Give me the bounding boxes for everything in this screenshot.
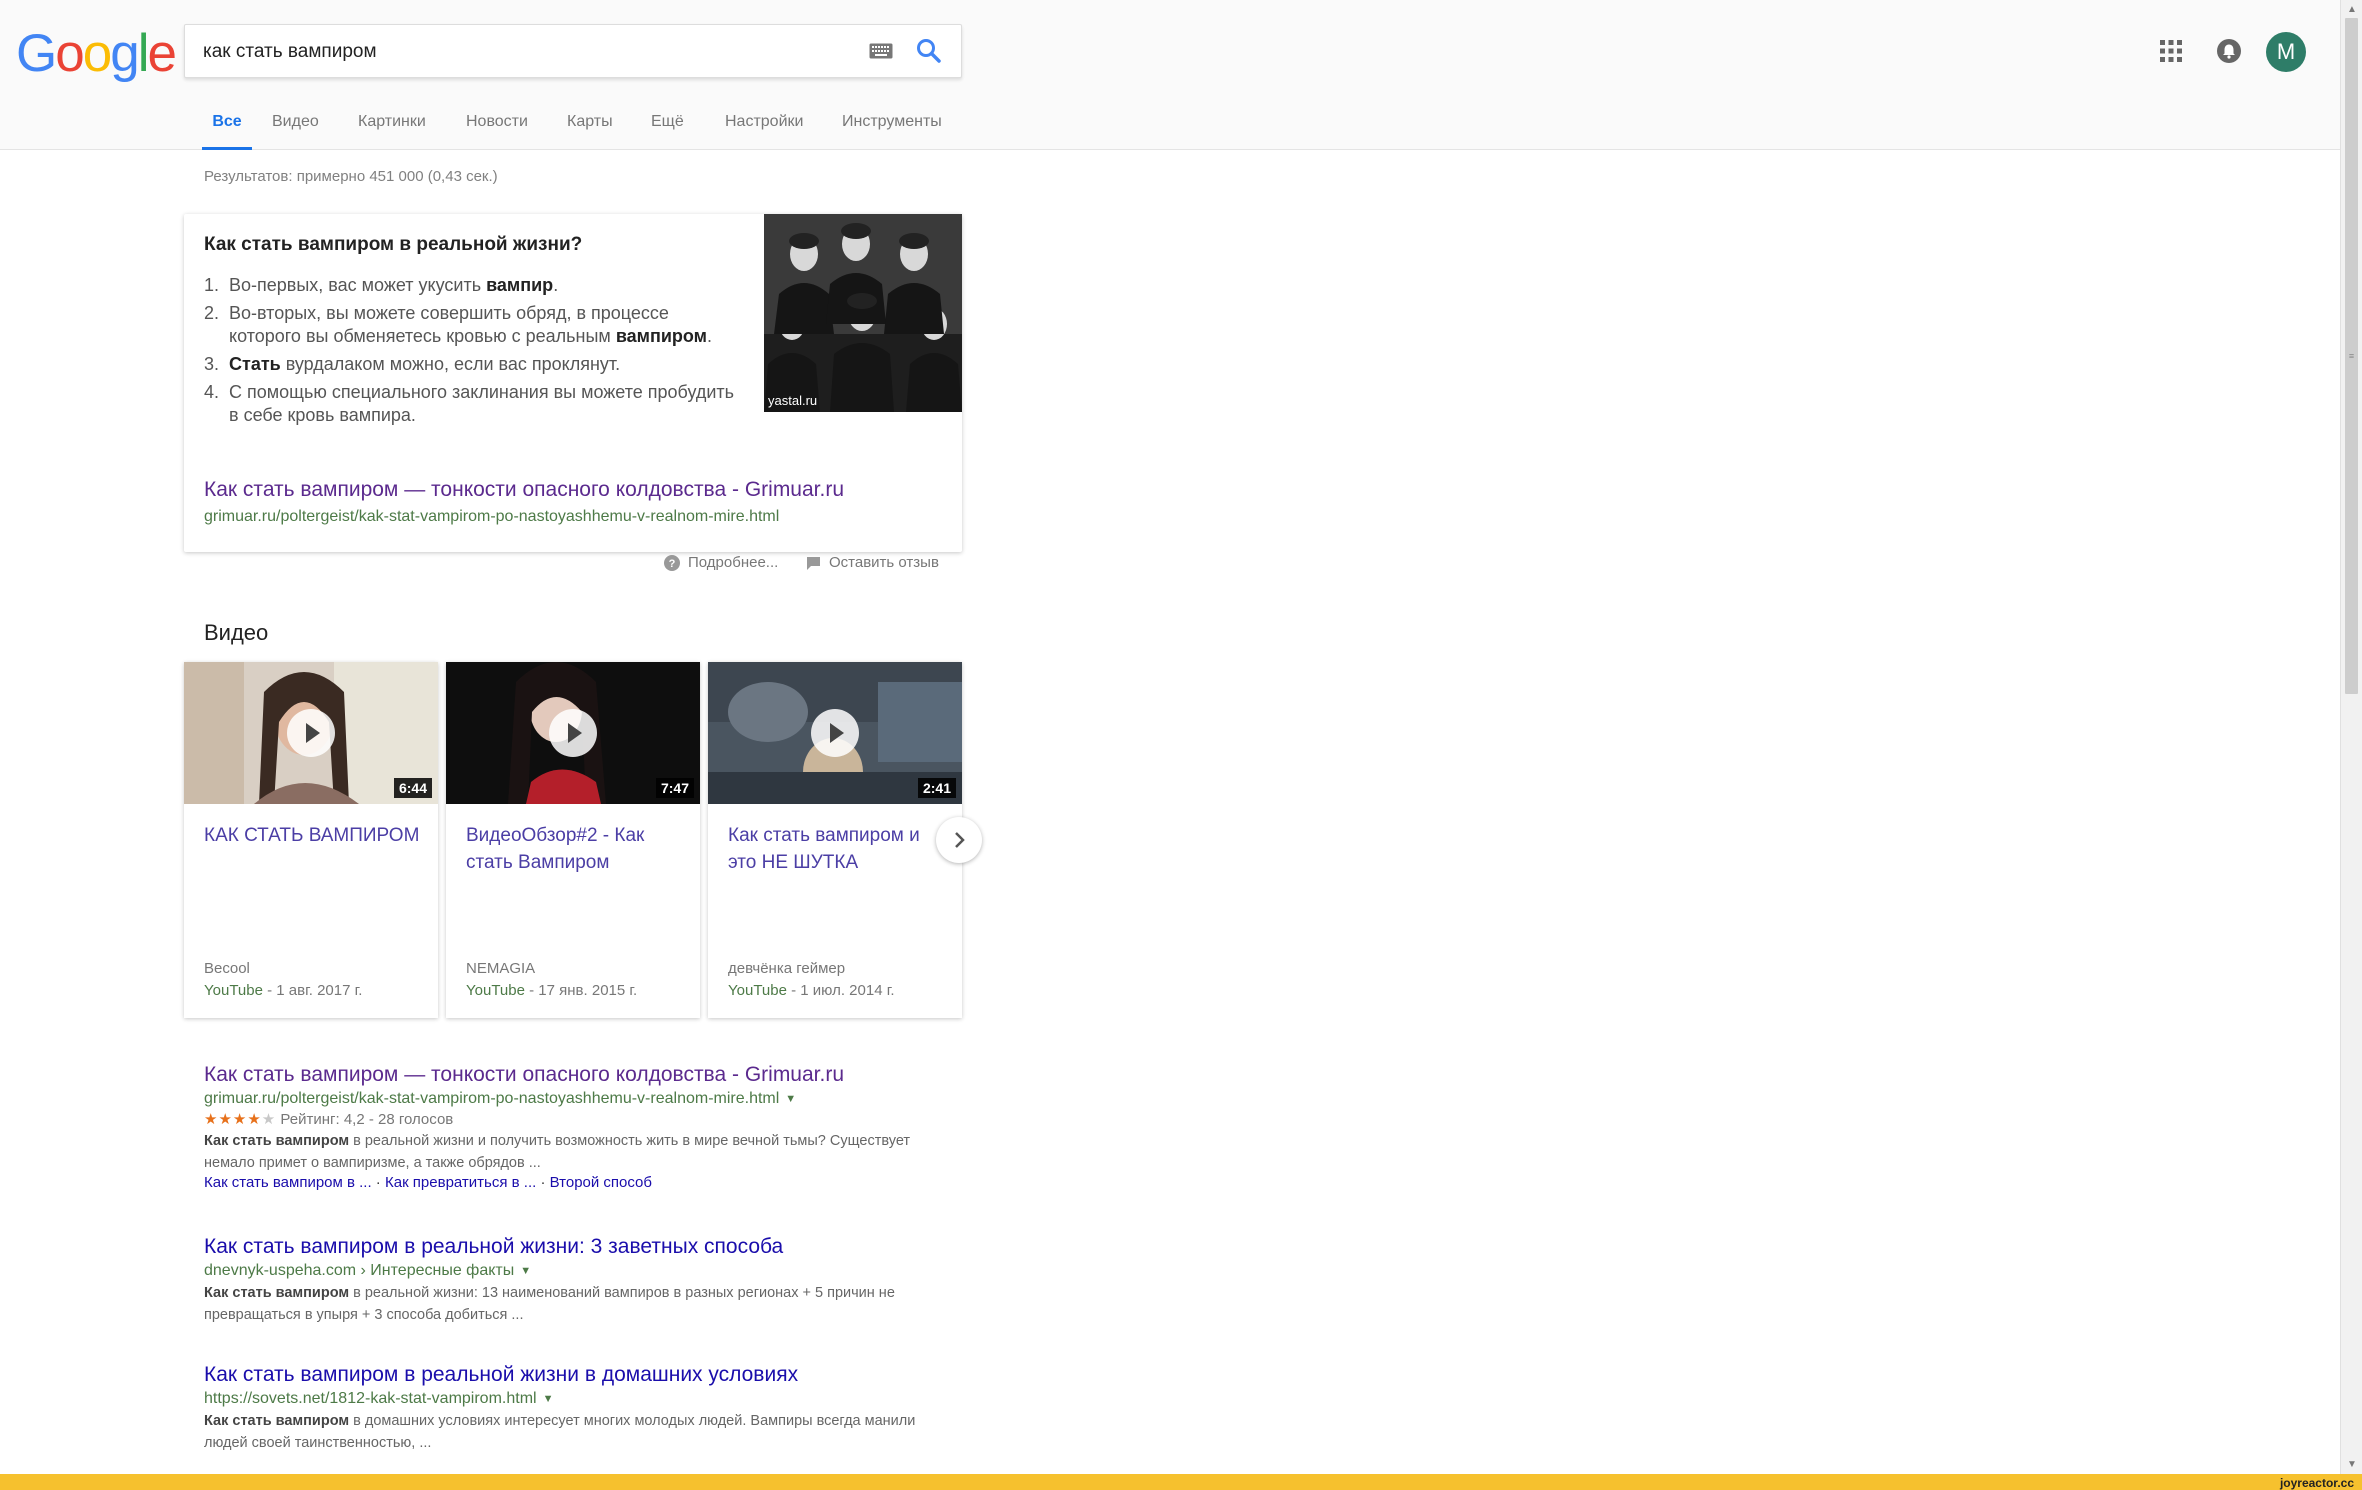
tab-news[interactable]: Новости [466, 108, 528, 150]
keyboard-icon[interactable] [869, 43, 893, 59]
video-author: NEMAGIA [466, 960, 536, 977]
dropdown-arrow-icon[interactable]: ▼ [785, 1093, 796, 1105]
google-logo[interactable]: Google [16, 24, 177, 84]
snippet-item: 1. Во-первых, вас может укусить вампир. [204, 275, 559, 295]
video-section-heading: Видео [204, 620, 269, 645]
scrollbar-thumb[interactable]: ≡ [2345, 18, 2358, 694]
play-icon[interactable] [811, 709, 859, 757]
video-thumbnail[interactable]: 7:47 [446, 662, 700, 804]
tab-settings[interactable]: Настройки [725, 108, 803, 150]
search-icon[interactable] [915, 37, 943, 65]
logo-letter: l [137, 24, 150, 83]
tab-tools[interactable]: Инструменты [842, 108, 942, 150]
dropdown-arrow-icon[interactable]: ▼ [520, 1265, 531, 1277]
sitelink[interactable]: Как превратиться в ... [385, 1174, 536, 1191]
search-result: Как стать вампиром в реальной жизни в до… [204, 1362, 944, 1454]
logo-letter: o [55, 24, 85, 83]
sitelink[interactable]: Второй способ [550, 1174, 652, 1191]
result-url: https://sovets.net/1812-kak-stat-vampiro… [204, 1390, 554, 1407]
result-url: grimuar.ru/poltergeist/kak-stat-vampirom… [204, 1090, 797, 1107]
apps-grid-icon[interactable] [2160, 40, 2182, 62]
logo-letter: g [110, 24, 140, 83]
video-title[interactable]: ВидеоОбзор#2 - Как стать Вампиром [466, 822, 686, 876]
tab-images[interactable]: Картинки [358, 108, 426, 150]
vertical-scrollbar[interactable]: ▲ ≡ ▼ [2340, 0, 2362, 1474]
result-description: Как стать вампиром в реальной жизни и по… [204, 1133, 911, 1171]
video-thumbnail[interactable]: 2:41 [708, 662, 962, 804]
snippet-list: 1. Во-первых, вас может укусить вампир. 2… [204, 274, 744, 432]
tab-video[interactable]: Видео [272, 108, 319, 150]
video-card[interactable]: 2:41 Как стать вампиром и это НЕ ШУТКА д… [708, 662, 962, 1018]
image-source: yastal.ru [768, 393, 818, 408]
result-description: Как стать вампиром в домашних условиях и… [204, 1413, 916, 1451]
watermark-text: joyreactor.cc [2279, 1476, 2354, 1490]
leave-feedback-link[interactable]: Оставить отзыв [806, 554, 939, 571]
video-card[interactable]: 6:44 КАК СТАТЬ ВАМПИРОМ Becool YouTube -… [184, 662, 438, 1018]
video-meta: YouTube - 1 авг. 2017 г. [204, 982, 363, 999]
result-rating: ★★★★★ Рейтинг: 4,2 - 28 голосов [204, 1111, 454, 1128]
snippet-question: Как стать вампиром в реальной жизни? [204, 234, 583, 255]
video-author: девчёнка геймер [728, 960, 846, 977]
video-meta: YouTube - 1 июл. 2014 г. [728, 982, 895, 999]
search-result: Как стать вампиром — тонкости опасного к… [204, 1062, 944, 1191]
snippet-item: 4. С помощью специального заклинания вы м… [204, 382, 735, 425]
more-info-link[interactable]: ? Подробнее... [664, 554, 778, 572]
account-avatar[interactable]: M [2266, 32, 2306, 72]
notifications-icon[interactable] [2216, 38, 2242, 64]
video-carousel-next-button[interactable] [936, 817, 982, 863]
video-duration: 7:47 [655, 778, 694, 798]
play-icon[interactable] [287, 709, 335, 757]
search-result: Как стать вампиром в реальной жизни: 3 з… [204, 1234, 944, 1326]
flag-icon [807, 556, 820, 570]
search-input[interactable] [203, 37, 803, 67]
search-header: Google как стать вампиром M Все Видео Ка… [0, 0, 2340, 150]
scroll-up-arrow-icon[interactable]: ▲ [2347, 4, 2357, 15]
play-icon[interactable] [549, 709, 597, 757]
snippet-result-url: grimuar.ru/poltergeist/kak-stat-vampirom… [204, 508, 780, 525]
result-sitelinks: Как стать вампиром в ... · Как превратит… [204, 1174, 652, 1191]
tab-more[interactable]: Ещё [651, 108, 684, 150]
video-card[interactable]: 7:47 ВидеоОбзор#2 - Как стать Вампиром N… [446, 662, 700, 1018]
result-url: dnevnyk-uspeha.com › Интересные факты ▼ [204, 1262, 532, 1279]
snippet-result-link[interactable]: Как стать вампиром — тонкости опасного к… [204, 478, 844, 502]
svg-text:?: ? [669, 558, 676, 570]
video-title[interactable]: Как стать вампиром и это НЕ ШУТКА [728, 822, 948, 876]
video-thumbnail[interactable]: 6:44 [184, 662, 438, 804]
video-duration: 2:41 [917, 778, 956, 798]
logo-letter: e [147, 24, 177, 83]
result-title-link[interactable]: Как стать вампиром — тонкости опасного к… [204, 1062, 944, 1088]
logo-letter: G [16, 24, 57, 83]
rating-stars: ★★★★★ [204, 1111, 277, 1128]
logo-letter: o [82, 24, 113, 83]
chevron-right-icon [955, 832, 965, 848]
video-meta: YouTube - 17 янв. 2015 г. [466, 982, 638, 999]
tab-all[interactable]: Все [202, 108, 252, 150]
sitelink[interactable]: Как стать вампиром в ... [204, 1174, 372, 1191]
video-title[interactable]: КАК СТАТЬ ВАМПИРОМ [204, 822, 424, 849]
scroll-down-arrow-icon[interactable]: ▼ [2347, 1459, 2357, 1470]
video-author: Becool [204, 960, 250, 977]
snippet-image[interactable]: yastal.ru [764, 214, 962, 412]
dropdown-arrow-icon[interactable]: ▼ [543, 1393, 554, 1405]
help-icon: ? [664, 555, 680, 572]
snippet-item: 2. Во-вторых, вы можете совершить обряд, … [204, 303, 712, 346]
grip-icon: ≡ [2348, 351, 2355, 361]
featured-snippet: Как стать вампиром в реальной жизни? 1. В… [184, 214, 962, 552]
search-box [184, 24, 962, 78]
tab-maps[interactable]: Карты [567, 108, 613, 150]
result-description: Как стать вампиром в реальной жизни: 13 … [204, 1285, 895, 1323]
video-duration: 6:44 [393, 778, 432, 798]
watermark-bar [0, 1474, 2362, 1490]
snippet-item: 3. Стать вурдалаком можно, если вас прокл… [204, 354, 621, 374]
result-title-link[interactable]: Как стать вампиром в реальной жизни: 3 з… [204, 1234, 944, 1260]
browser-page: Google как стать вампиром M Все Видео Ка… [0, 0, 2362, 1490]
result-title-link[interactable]: Как стать вампиром в реальной жизни в до… [204, 1362, 944, 1388]
result-stats: Результатов: примерно 451 000 (0,43 сек.… [204, 168, 498, 185]
